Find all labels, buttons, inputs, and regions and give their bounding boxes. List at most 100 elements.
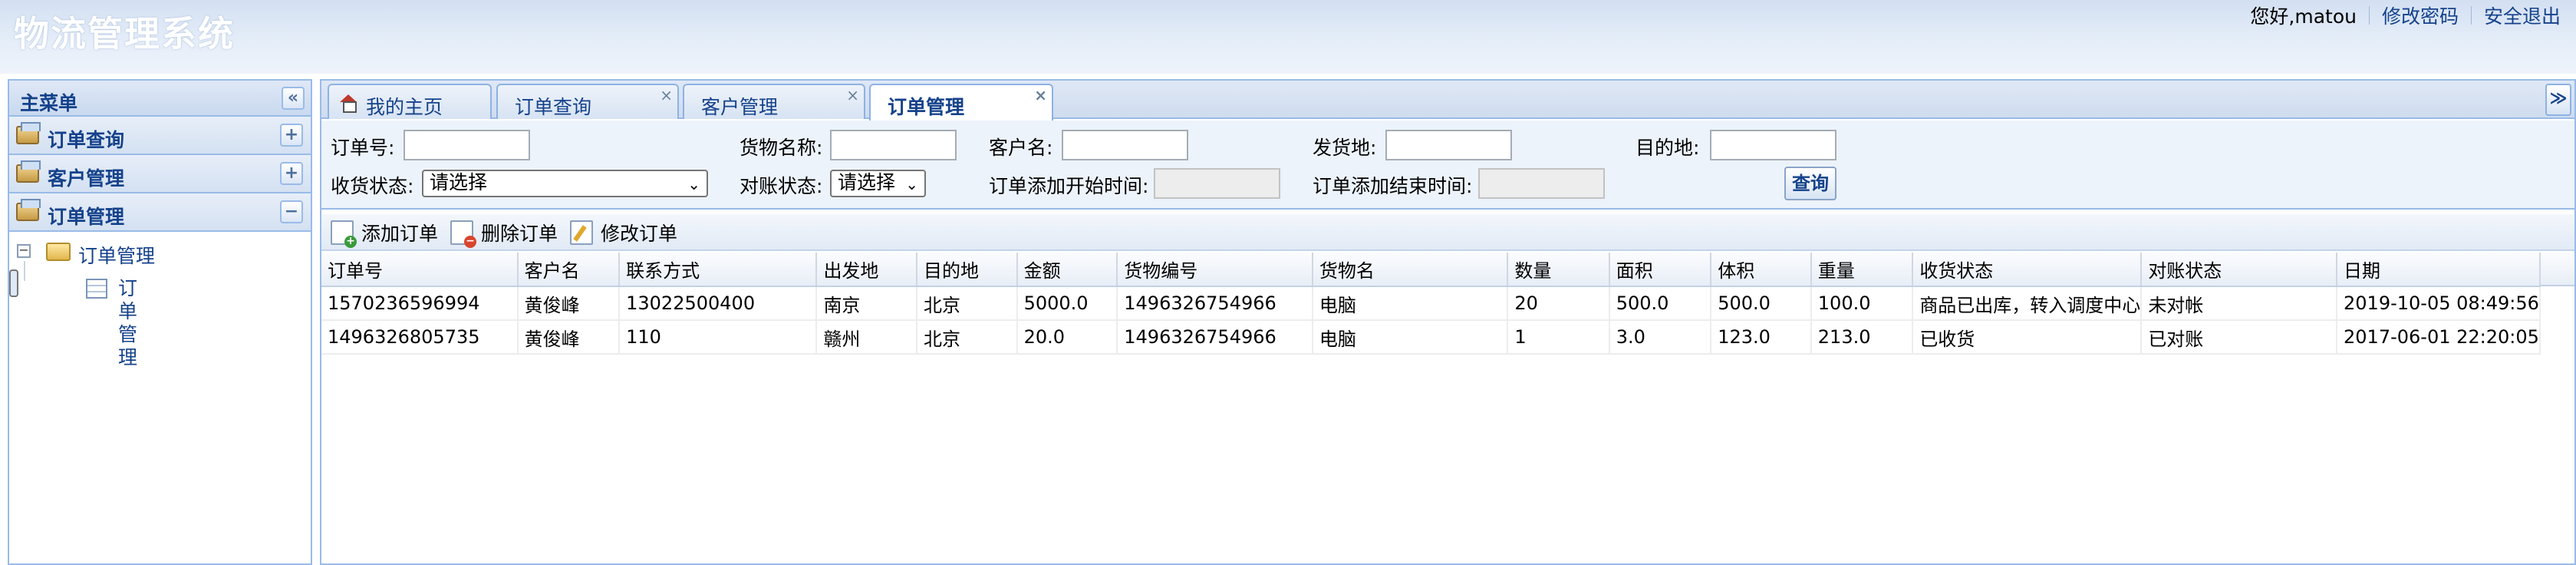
collapse-icon[interactable]: − (280, 200, 303, 223)
module-icon (16, 199, 41, 221)
greeting-text: 您好,matou (2250, 5, 2357, 28)
edit-order-button[interactable]: 修改订单 (570, 218, 677, 247)
destination-input[interactable] (1710, 130, 1836, 160)
delete-order-button[interactable]: − 删除订单 (450, 218, 558, 248)
tree-folder-order-management[interactable]: − 订单管理 (9, 235, 311, 281)
accordion-order-query[interactable]: 订单查询 + (9, 117, 311, 155)
change-password-link[interactable]: 修改密码 (2382, 2, 2459, 29)
origin-label: 发货地: (1313, 137, 1377, 159)
divider (2470, 6, 2472, 25)
tab-customer-management[interactable]: 客户管理 × (683, 84, 865, 119)
accordion-order-management[interactable]: 订单管理 − (9, 193, 311, 232)
app-title: 物流管理系统 (14, 13, 235, 55)
order-no-label: 订单号: (331, 137, 395, 159)
table-header-row: 订单号 客户名 联系方式 出发地 目的地 金额 货物编号 货物名 数量 面积 体… (321, 253, 2541, 287)
home-icon (340, 94, 357, 113)
table-cell: 1570236596994 (321, 286, 519, 321)
logout-link[interactable]: 安全退出 (2484, 2, 2561, 29)
accordion-customer-management[interactable]: 客户管理 + (9, 155, 311, 193)
column-header[interactable]: 出发地 (816, 253, 918, 287)
column-header[interactable]: 数量 (1507, 253, 1610, 287)
column-header[interactable]: 货物编号 (1117, 253, 1313, 287)
expand-icon[interactable]: + (280, 124, 303, 147)
select-value: 请选择 (430, 171, 488, 193)
table-row[interactable]: 1570236596994 黄俊峰 13022500400 南京 北京 5000… (321, 286, 2541, 321)
table-cell: 1496326805735 (321, 320, 519, 355)
table-cell: 北京 (917, 320, 1018, 355)
menu-tree: − 订单管理 订单管理 (9, 232, 311, 368)
table-row[interactable]: 1496326805735 黄俊峰 110 赣州 北京 20.0 1496326… (321, 320, 2541, 355)
add-order-button[interactable]: + 添加订单 (331, 218, 438, 248)
edit-icon (570, 220, 593, 245)
tab-order-query[interactable]: 订单查询 × (496, 84, 679, 119)
column-header[interactable]: 订单号 (321, 253, 519, 287)
close-icon[interactable]: × (846, 86, 859, 104)
tab-order-management[interactable]: 订单管理 × (869, 84, 1053, 121)
module-icon (16, 160, 41, 183)
main-menu-header: 主菜单 « (9, 81, 311, 117)
order-grid: 订单号 客户名 联系方式 出发地 目的地 金额 货物编号 货物名 数量 面积 体… (321, 253, 2541, 355)
close-icon[interactable]: × (1034, 86, 1047, 104)
reconcile-status-select[interactable]: 请选择 ⌄ (830, 170, 926, 197)
table-cell: 500.0 (1609, 286, 1712, 321)
accordion-label: 订单查询 (48, 129, 125, 151)
tab-label: 订单查询 (515, 96, 592, 118)
tab-label: 客户管理 (701, 96, 779, 118)
page-icon (86, 279, 107, 299)
origin-input[interactable] (1385, 130, 1512, 160)
tab-label: 订单管理 (888, 96, 965, 118)
table-cell: 2019-10-05 08:49:56 (2337, 286, 2541, 321)
tab-overflow-menu-icon[interactable]: ≫ (2545, 84, 2571, 116)
collapse-left-icon[interactable]: « (282, 87, 305, 110)
table-cell: 500.0 (1711, 286, 1812, 321)
table-cell: 已对账 (2141, 320, 2338, 355)
column-header[interactable]: 收货状态 (1912, 253, 2143, 287)
delete-icon: − (450, 220, 476, 248)
end-time-input[interactable] (1478, 168, 1605, 199)
column-header[interactable]: 联系方式 (619, 253, 818, 287)
table-cell: 20.0 (1016, 320, 1118, 355)
customer-name-input[interactable] (1062, 130, 1188, 160)
table-cell: 黄俊峰 (517, 286, 621, 321)
tab-home[interactable]: 我的主页 (328, 84, 492, 119)
table-cell: 电脑 (1312, 286, 1509, 321)
tree-folder-label: 订单管理 (78, 245, 156, 267)
tab-label: 我的主页 (366, 96, 443, 118)
table-cell: 1496326754966 (1117, 320, 1313, 355)
table-cell: 1496326754966 (1117, 286, 1313, 321)
goods-name-input[interactable] (830, 130, 957, 160)
close-icon[interactable]: × (660, 86, 673, 104)
reconcile-status-label: 对账状态: (740, 175, 823, 197)
column-header[interactable]: 对账状态 (2141, 253, 2338, 287)
table-cell: 已收货 (1912, 320, 2143, 355)
tab-strip: 我的主页 订单查询 × 客户管理 × 订单管理 × ≫ (321, 81, 2574, 121)
tree-leaf-order-management[interactable]: 订单管理 (9, 269, 137, 368)
column-header[interactable]: 面积 (1609, 253, 1712, 287)
delete-order-label: 删除订单 (481, 223, 558, 245)
start-time-label: 订单添加开始时间: (989, 175, 1149, 197)
folder-open-icon (46, 243, 71, 261)
content-panel: 我的主页 订单查询 × 客户管理 × 订单管理 × ≫ 订单号: 货物名称: 客… (320, 79, 2576, 565)
expand-icon[interactable]: + (280, 162, 303, 185)
column-header[interactable]: 日期 (2337, 253, 2541, 287)
receive-status-select[interactable]: 请选择 ⌄ (422, 170, 708, 197)
table-cell: 北京 (917, 286, 1018, 321)
column-header[interactable]: 客户名 (517, 253, 621, 287)
table-cell: 商品已出库，转入调度中心 (1912, 286, 2143, 321)
order-table: 订单号 客户名 联系方式 出发地 目的地 金额 货物编号 货物名 数量 面积 体… (321, 253, 2541, 355)
column-header[interactable]: 体积 (1711, 253, 1812, 287)
main-menu-panel: 主菜单 « 订单查询 + 客户管理 + 订单管理 − − 订单管理 订单管理 (8, 79, 312, 565)
start-time-input[interactable] (1154, 168, 1280, 199)
tree-collapse-icon[interactable]: − (17, 244, 31, 258)
customer-name-label: 客户名: (989, 137, 1053, 159)
order-no-input[interactable] (404, 130, 530, 160)
select-value: 请选择 (838, 171, 896, 193)
column-header[interactable]: 货物名 (1312, 253, 1509, 287)
chevron-down-icon: ⌄ (687, 175, 700, 193)
column-header[interactable]: 金额 (1016, 253, 1118, 287)
user-bar: 您好,matou 修改密码 安全退出 (2250, 2, 2561, 29)
column-header[interactable]: 重量 (1810, 253, 1914, 287)
query-button[interactable]: 查询 (1784, 167, 1836, 200)
column-header[interactable]: 目的地 (917, 253, 1018, 287)
edit-order-label: 修改订单 (601, 223, 678, 245)
